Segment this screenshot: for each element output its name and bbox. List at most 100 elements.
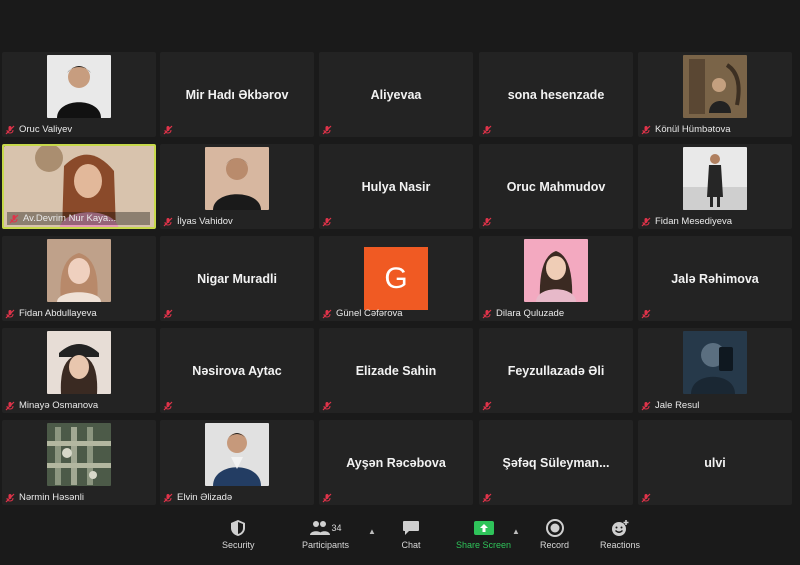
participants-caret-icon[interactable]: ▲ [368, 527, 376, 536]
reactions-button[interactable]: Reactions [600, 519, 640, 550]
participant-name: Mir Hadı Əkbərov [185, 87, 289, 102]
participants-label: Participants [302, 540, 350, 550]
participant-name: Aliyevaa [370, 87, 422, 102]
participant-footer: Minayə Osmanova [5, 400, 152, 411]
muted-mic-icon [482, 493, 492, 503]
participant-tile-oruc-mahmudov[interactable]: Oruc Mahmudov [479, 144, 633, 229]
participant-tile-s-f-q-su-leyman[interactable]: Şəfəq Süleyman... [479, 420, 633, 505]
participant-tile-nigar-muradli[interactable]: Nigar Muradli [160, 236, 314, 321]
participant-footer [322, 217, 469, 227]
participant-name-label: İlyas Vahidov [177, 216, 233, 227]
participant-tile-fidan-mesediyeva[interactable]: Fidan Mesediyeva [638, 144, 792, 229]
participant-name: sona hesenzade [507, 87, 605, 102]
participant-footer [482, 401, 629, 411]
security-label: Security [222, 540, 255, 550]
participant-footer [322, 401, 469, 411]
participant-name: Nigar Muradli [197, 271, 277, 286]
muted-mic-icon [163, 309, 173, 319]
participant-video [683, 147, 747, 210]
record-label: Record [540, 540, 570, 550]
video-grid: Oruc Valiyev Mir Hadı Əkbərov Aliyevaa sona… [0, 50, 800, 510]
participants-icon: 34 [306, 519, 346, 537]
participant-footer [641, 309, 788, 319]
participant-footer [322, 493, 469, 503]
participant-footer [482, 217, 629, 227]
participant-tile-ulvi[interactable]: ulvi [638, 420, 792, 505]
shield-icon [228, 519, 248, 537]
participant-tile-sona-hesenzade[interactable]: sona hesenzade [479, 52, 633, 137]
participant-footer: Dilara Quluzade [482, 308, 629, 319]
chat-button[interactable]: Chat [401, 519, 421, 550]
participant-name-label: Nərmin Həsənli [19, 492, 84, 503]
participants-count: 34 [331, 523, 342, 533]
participant-name-label: Dilara Quluzade [496, 308, 565, 319]
muted-mic-icon [5, 493, 15, 503]
security-button[interactable]: Security [222, 519, 255, 550]
participant-video [47, 55, 111, 118]
participant-footer [322, 125, 469, 135]
participant-tile-n-sirova-aytac[interactable]: Nəsirova Aytac [160, 328, 314, 413]
participant-tile-n-rmin-h-s-nli[interactable]: Nərmin Həsənli [2, 420, 156, 505]
participant-name: Hulya Nasir [361, 179, 431, 194]
share-screen-button[interactable]: Share Screen [456, 519, 511, 550]
participant-name-label: Minayə Osmanova [19, 400, 99, 411]
participant-name: Nəsirova Aytac [192, 363, 282, 378]
participant-tile-i-lyas-vahidov[interactable]: İlyas Vahidov [160, 144, 314, 229]
participant-name-label: Könül Hümbətova [655, 124, 731, 135]
participants-button[interactable]: 34 Participants [302, 519, 349, 550]
participant-name-label: Fidan Abdullayeva [19, 308, 97, 319]
record-button[interactable]: Record [540, 519, 569, 550]
muted-mic-icon [9, 214, 19, 224]
participant-video [205, 147, 269, 210]
participant-footer [482, 493, 629, 503]
participant-name: Şəfəq Süleyman... [502, 455, 610, 470]
participant-video [683, 331, 747, 394]
muted-mic-icon [482, 401, 492, 411]
participant-footer: İlyas Vahidov [163, 216, 310, 227]
muted-mic-icon [163, 493, 173, 503]
participant-footer [641, 493, 788, 503]
participant-footer: Günel Cəfərova [322, 308, 469, 319]
participant-name: Oruc Mahmudov [506, 179, 606, 194]
participant-tile-oruc-valiyev[interactable]: Oruc Valiyev [2, 52, 156, 137]
meeting-toolbar: Security 34 Participants ▲ Chat Share Sc… [0, 513, 800, 565]
participant-tile-ays-n-r-c-bova[interactable]: Ayşən Rəcəbova [319, 420, 473, 505]
participant-tile-av-devrim-nur-kaya[interactable]: Av.Devrim Nur Kaya... [2, 144, 156, 229]
muted-mic-icon [5, 309, 15, 319]
record-icon [545, 519, 565, 537]
muted-mic-icon [641, 493, 651, 503]
participant-footer: Av.Devrim Nur Kaya... [7, 212, 150, 225]
participant-footer: Nərmin Həsənli [5, 492, 152, 503]
reactions-icon [610, 519, 630, 537]
muted-mic-icon [322, 309, 332, 319]
participant-name-label: Av.Devrim Nur Kaya... [23, 213, 117, 224]
participant-tile-jal-r-himova[interactable]: Jalə Rəhimova [638, 236, 792, 321]
muted-mic-icon [322, 125, 332, 135]
participant-footer: Elvin Əlizadə [163, 492, 310, 503]
participant-tile-feyzullazad-li[interactable]: Feyzullazadə Əli [479, 328, 633, 413]
participant-video [47, 239, 111, 302]
participant-tile-jale-resul[interactable]: Jale Resul [638, 328, 792, 413]
participant-tile-elvin-lizad[interactable]: Elvin Əlizadə [160, 420, 314, 505]
participant-footer [163, 309, 310, 319]
muted-mic-icon [641, 309, 651, 319]
participant-tile-fidan-abdullayeva[interactable]: Fidan Abdullayeva [2, 236, 156, 321]
participant-footer [163, 125, 310, 135]
participant-name: Ayşən Rəcəbova [346, 455, 446, 470]
participant-tile-gu-nel-c-f-rova[interactable]: G Günel Cəfərova [319, 236, 473, 321]
participant-tile-aliyevaa[interactable]: Aliyevaa [319, 52, 473, 137]
reactions-label: Reactions [600, 540, 641, 550]
participant-tile-hulya-nasir[interactable]: Hulya Nasir [319, 144, 473, 229]
participant-tile-minay-osmanova[interactable]: Minayə Osmanova [2, 328, 156, 413]
participant-footer: Fidan Mesediyeva [641, 216, 788, 227]
participant-footer: Fidan Abdullayeva [5, 308, 152, 319]
participant-name-label: Oruc Valiyev [19, 124, 73, 135]
muted-mic-icon [163, 401, 173, 411]
share-caret-icon[interactable]: ▲ [512, 527, 520, 536]
participant-tile-dilara-quluzade[interactable]: Dilara Quluzade [479, 236, 633, 321]
participant-video [205, 423, 269, 486]
participant-tile-mir-had-kb-rov[interactable]: Mir Hadı Əkbərov [160, 52, 314, 137]
participant-tile-elizade-sahin[interactable]: Elizade Sahin [319, 328, 473, 413]
muted-mic-icon [322, 493, 332, 503]
participant-tile-ko-nu-l-hu-mb-tova[interactable]: Könül Hümbətova [638, 52, 792, 137]
